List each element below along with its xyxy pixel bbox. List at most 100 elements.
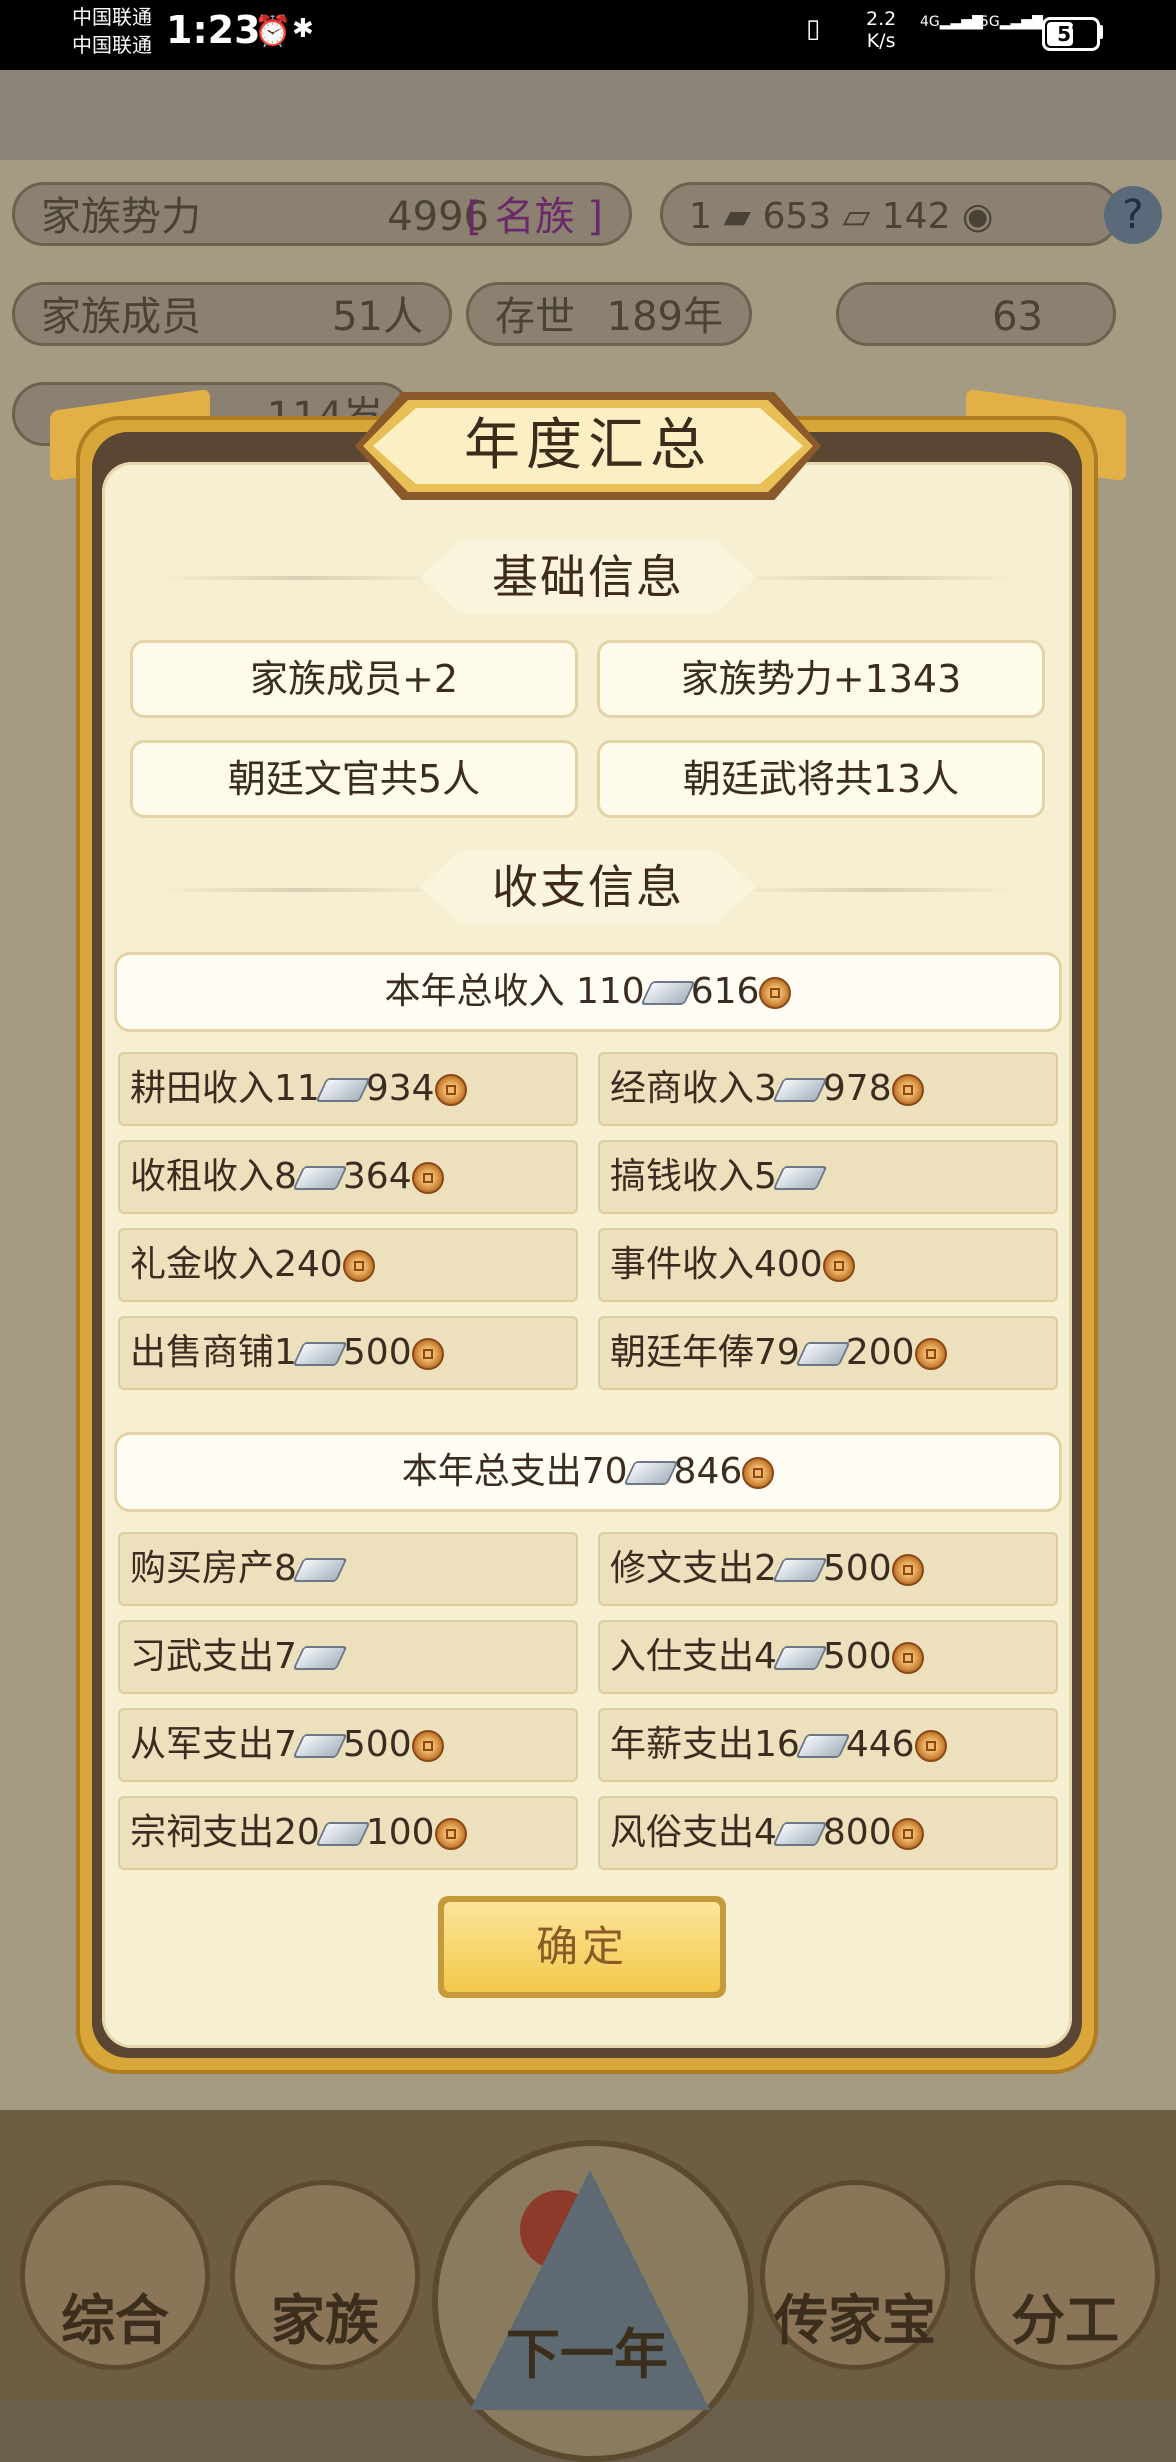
- help-button[interactable]: ?: [1104, 186, 1162, 244]
- coin-icon: [891, 1554, 924, 1586]
- nav-next-year-label: 下一年: [506, 2323, 668, 2386]
- income-money-making-label: 搞钱收入5: [610, 1156, 777, 1197]
- expense-total-copper: 846: [673, 1451, 743, 1492]
- expense-office-label: 入仕支出4: [610, 1636, 777, 1677]
- stat-family-power: 家族势力+1343: [597, 640, 1045, 718]
- silver-icon: [772, 1166, 828, 1190]
- basic-info-title: 基础信息: [492, 550, 684, 604]
- expense-total: 本年总支出70 846: [114, 1432, 1062, 1512]
- income-shop-sale: 出售商铺1 500: [118, 1316, 578, 1390]
- alarm-icon: ⏰: [254, 14, 292, 49]
- expense-property-label: 购买房产8: [130, 1548, 297, 1589]
- bg-exist-value: 189年: [606, 294, 723, 340]
- income-total-copper: 616: [690, 971, 760, 1012]
- stat-family-members: 家族成员+2: [130, 640, 578, 718]
- basic-info-header: 基础信息: [420, 540, 756, 614]
- signal-4g-icon: 4G▂▃▅▇: [920, 14, 983, 30]
- income-total: 本年总收入 110 616: [114, 952, 1062, 1032]
- coin-icon: [742, 1457, 775, 1489]
- bg-members-label: 家族成员: [41, 294, 201, 340]
- net-speed: 2.2 K/s: [866, 8, 896, 52]
- expense-martial: 习武支出7: [118, 1620, 578, 1694]
- income-court-salary-label: 朝廷年俸79: [610, 1332, 800, 1373]
- bg-silver: 653: [762, 196, 832, 237]
- bg-members-value: 51人: [332, 294, 423, 340]
- expense-office: 入仕支出4 500: [598, 1620, 1058, 1694]
- income-court-salary: 朝廷年俸79 200: [598, 1316, 1058, 1390]
- carrier-1: 中国联通: [72, 5, 152, 29]
- silver-icon: [292, 1166, 348, 1190]
- expense-literary-label: 修文支出2: [610, 1548, 777, 1589]
- income-rent-amount: 364: [342, 1156, 412, 1197]
- expense-customs-amount: 800: [822, 1812, 892, 1853]
- income-court-salary-amount: 200: [845, 1332, 915, 1373]
- divider-left-2: [156, 888, 446, 892]
- silver-icon: [772, 1822, 828, 1846]
- nav-heirloom[interactable]: 传家宝: [760, 2180, 950, 2370]
- coin-icon: [759, 977, 792, 1009]
- income-shop-sale-amount: 500: [342, 1332, 412, 1373]
- bluetooth-icon: ✱: [292, 14, 314, 44]
- carrier-2: 中国联通: [72, 33, 152, 57]
- coin-icon: [891, 1642, 924, 1674]
- silver-icon: [315, 1078, 371, 1102]
- income-money-making: 搞钱收入5: [598, 1140, 1058, 1214]
- nav-family[interactable]: 家族: [230, 2180, 420, 2370]
- income-farming-label: 耕田收入11: [130, 1068, 320, 1109]
- silver-icon: [640, 981, 696, 1005]
- nav-general-label: 综合: [61, 2289, 169, 2352]
- expense-literary: 修文支出2 500: [598, 1532, 1058, 1606]
- signal-5g-icon: 5G▂▃▅▇: [980, 14, 1043, 30]
- income-total-text: 本年总收入 110: [384, 971, 645, 1012]
- expense-literary-amount: 500: [822, 1548, 892, 1589]
- silver-icon: [772, 1558, 828, 1582]
- modal-title-plate: 年度汇总: [355, 392, 821, 500]
- coin-icon: [914, 1338, 947, 1370]
- coin-icon: [434, 1818, 467, 1850]
- expense-total-text: 本年总支出70: [401, 1451, 628, 1492]
- nav-heirloom-label: 传家宝: [774, 2289, 936, 2352]
- divider-right-2: [730, 888, 1020, 892]
- stat-civil-officials: 朝廷文官共5人: [130, 740, 578, 818]
- divider-left: [156, 576, 446, 580]
- expense-military-amount: 500: [342, 1724, 412, 1765]
- bg-exist: 存世 189年: [466, 282, 752, 346]
- income-trade: 经商收入3 978: [598, 1052, 1058, 1126]
- silver-icon: [772, 1078, 828, 1102]
- expense-military: 从军支出7 500: [118, 1708, 578, 1782]
- expense-salary-label: 年薪支出16: [610, 1724, 800, 1765]
- status-bar: 中国联通 中国联通 1:23 ⏰ ✱ ▯ 2.2 K/s 4G▂▃▅▇ 5G▂▃…: [0, 0, 1176, 70]
- nav-division[interactable]: 分工: [970, 2180, 1160, 2370]
- coin-icon: [411, 1162, 444, 1194]
- expense-ancestral-hall-amount: 100: [365, 1812, 435, 1853]
- expense-salary: 年薪支出16 446: [598, 1708, 1058, 1782]
- net-speed-value: 2.2: [866, 8, 897, 30]
- silver-icon: [622, 1461, 679, 1485]
- nav-division-label: 分工: [1011, 2289, 1119, 2352]
- nav-general[interactable]: 综合: [20, 2180, 210, 2370]
- coin-icon: [434, 1074, 467, 1106]
- bg-exist-label: 存世: [495, 294, 575, 340]
- bg-family-power-label: 家族势力: [41, 194, 201, 240]
- silver-icon: [795, 1734, 851, 1758]
- expense-customs: 风俗支出4 800: [598, 1796, 1058, 1870]
- income-farming-amount: 934: [365, 1068, 435, 1109]
- finance-info-header: 收支信息: [420, 850, 756, 924]
- modal-title: 年度汇总: [373, 408, 803, 484]
- expense-office-amount: 500: [822, 1636, 892, 1677]
- battery-icon: 57: [1042, 17, 1100, 51]
- income-gifts: 礼金收入240: [118, 1228, 578, 1302]
- nav-family-label: 家族: [271, 2289, 379, 2352]
- battery-tip: [1098, 25, 1103, 39]
- stat-military-generals: 朝廷武将共13人: [597, 740, 1045, 818]
- confirm-button[interactable]: 确定: [438, 1896, 726, 1998]
- bg-ingot-value: 63: [992, 294, 1043, 340]
- silver-icon: [292, 1734, 348, 1758]
- confirm-button-label: 确定: [444, 1902, 720, 1992]
- vibrate-icon: ▯: [806, 14, 821, 44]
- expense-customs-label: 风俗支出4: [610, 1812, 777, 1853]
- coin-icon: [822, 1250, 855, 1282]
- income-trade-amount: 978: [822, 1068, 892, 1109]
- silver-icon: [315, 1822, 371, 1846]
- coin-icon: [342, 1250, 375, 1282]
